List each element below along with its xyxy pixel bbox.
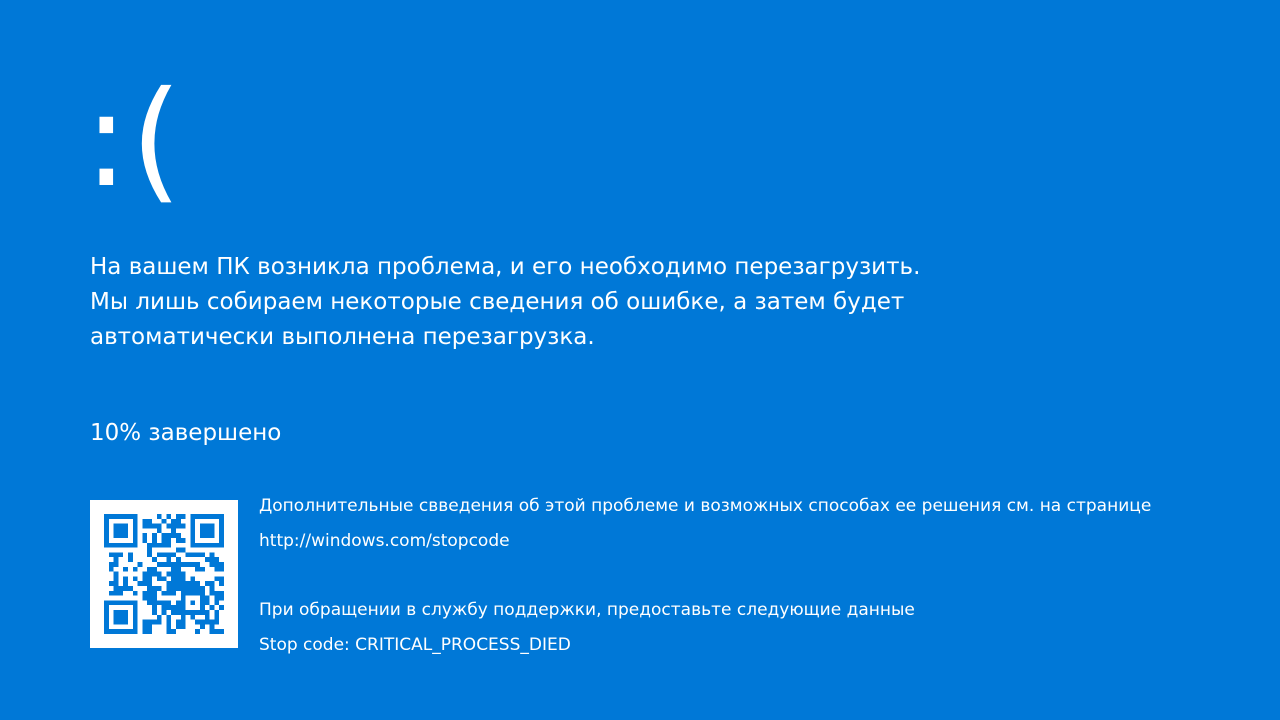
stop-code-text: Stop code: CRITICAL_PROCESS_DIED (259, 635, 571, 655)
support-text: При обращении в службу поддержки, предос… (259, 600, 915, 620)
stopcode-url: http://windows.com/stopcode (259, 531, 510, 551)
qr-code-icon (90, 500, 238, 648)
progress-text: 10% завершено (90, 420, 282, 446)
more-info-text: Дополнительные свведения об этой проблем… (259, 496, 1152, 516)
error-message-line-2: Мы лишь собираем некоторые сведения об о… (90, 289, 905, 315)
error-message-line-3: автоматически выполнена перезагрузка. (90, 324, 595, 350)
error-message: На вашем ПК возникла проблема, и его нео… (90, 250, 1090, 355)
qr-code-graphic (104, 514, 224, 634)
bsod-screen: :( На вашем ПК возникла проблема, и его … (0, 0, 1280, 720)
sad-face-emoticon: :( (84, 63, 184, 217)
error-message-line-1: На вашем ПК возникла проблема, и его нео… (90, 254, 921, 280)
